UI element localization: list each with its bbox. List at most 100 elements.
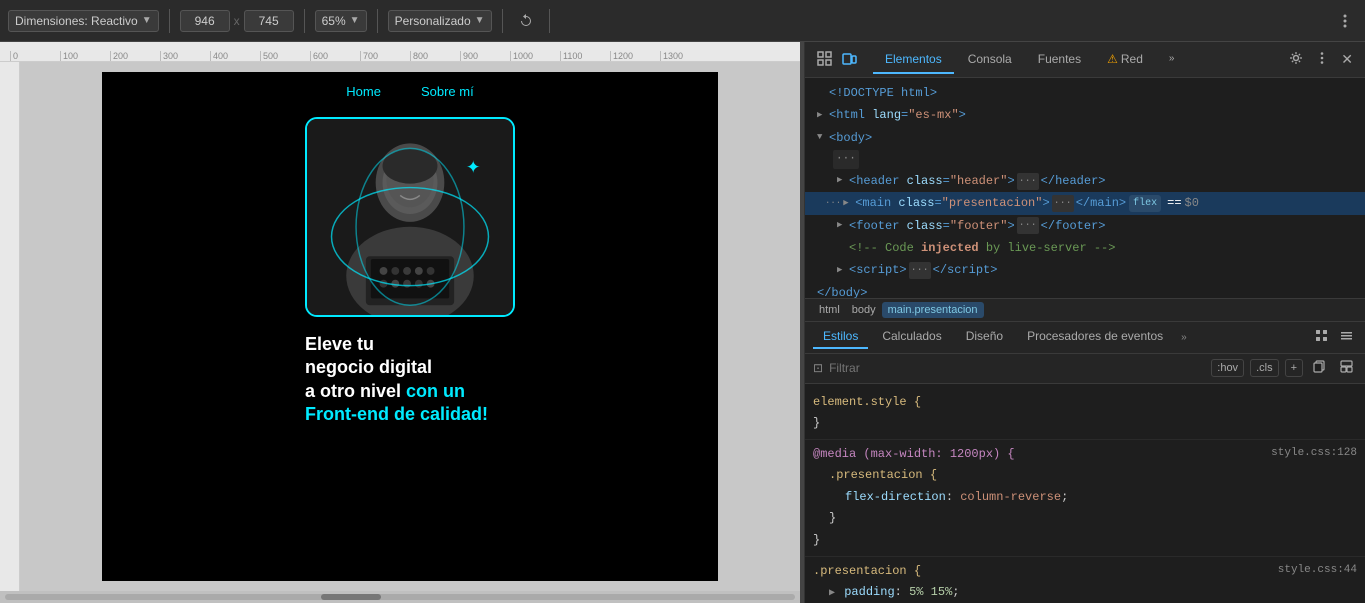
styles-grid-icon-btn[interactable] — [1311, 327, 1332, 347]
layout-icon-btn[interactable] — [1336, 358, 1357, 378]
dom-ellipsis-btn[interactable]: ··· — [833, 150, 859, 169]
devtools-dom[interactable]: <!DOCTYPE html> ▶ <html lang="es-mx"> ▼ … — [805, 78, 1365, 298]
styles-list-icon-btn[interactable] — [1336, 327, 1357, 347]
nav-home[interactable]: Home — [346, 84, 381, 99]
dom-line-comment[interactable]: <!-- Code injected by live-server --> — [805, 237, 1365, 259]
height-input[interactable] — [244, 10, 294, 32]
filter-icon: ⊡ — [813, 361, 823, 375]
css-element-closing: } — [813, 413, 1357, 435]
tab-more-chevron[interactable]: » — [1157, 47, 1187, 72]
dom-header-arrow[interactable]: ▶ — [837, 173, 849, 188]
tab-consola[interactable]: Consola — [956, 46, 1024, 74]
close-devtools-btn[interactable]: ✕ — [1337, 49, 1357, 70]
rotate-icon-btn[interactable] — [513, 10, 539, 32]
dom-line-header[interactable]: ▶ <header class="header"> ··· </header> — [805, 170, 1365, 192]
dom-line-html[interactable]: ▶ <html lang="es-mx"> — [805, 104, 1365, 126]
tab-elementos[interactable]: Elementos — [873, 46, 954, 74]
tab-red[interactable]: ⚠ Red — [1095, 46, 1155, 74]
ruler-tick: 1100 — [560, 51, 610, 61]
copy-icon-btn[interactable] — [1309, 358, 1330, 378]
css-media-inner: .presentacion { flex-direction: column-r… — [813, 465, 1357, 530]
dom-script-tag: <script> — [849, 260, 907, 280]
css-media-header: @media (max-width: 1200px) { style.css:1… — [813, 444, 1357, 466]
dom-line-script[interactable]: ▶ <script> ··· </script> — [805, 259, 1365, 281]
cls-button[interactable]: .cls — [1250, 359, 1279, 377]
dom-line-doctype[interactable]: <!DOCTYPE html> — [805, 82, 1365, 104]
dom-footer-close: </footer> — [1041, 216, 1106, 236]
custom-dropdown[interactable]: Personalizado ▼ — [388, 10, 492, 32]
dom-line-footer[interactable]: ▶ <footer class="footer"> ··· </footer> — [805, 215, 1365, 237]
css-source-media[interactable]: style.css:128 — [1271, 444, 1357, 464]
headline-line1: Eleve tu — [305, 334, 374, 354]
dom-body-arrow[interactable]: ▼ — [817, 130, 829, 145]
breadcrumb-html[interactable]: html — [813, 302, 846, 318]
tab-fuentes[interactable]: Fuentes — [1026, 46, 1093, 74]
preview-area: Home Sobre mí — [0, 62, 800, 591]
inspect-icon-btn[interactable] — [813, 49, 836, 71]
ruler-tick: 1300 — [660, 51, 710, 61]
profile-image: ✦ — [307, 119, 513, 315]
scrollbar-thumb[interactable] — [321, 594, 381, 600]
css-padding-arrow[interactable]: ▶ — [829, 588, 835, 599]
dom-footer-ellipsis[interactable]: ··· — [1017, 217, 1039, 234]
tab-calculados[interactable]: Calculados — [872, 325, 951, 349]
css-outer-brace: } — [813, 533, 820, 547]
tab-diseno[interactable]: Diseño — [956, 325, 1013, 349]
css-selector-text: element.style { — [813, 395, 921, 409]
css-media-closing: } — [813, 530, 1357, 552]
css-prop-flex-direction: flex-direction — [845, 490, 946, 504]
kebab-menu-btn[interactable] — [1311, 49, 1333, 70]
dom-header-tag: <header class="header"> — [849, 171, 1015, 191]
website-nav: Home Sobre mí — [102, 72, 718, 107]
dom-main-ellipsis[interactable]: ··· — [1052, 195, 1074, 212]
css-prop-padding-line: ▶ padding: 5% 15%; — [829, 582, 1357, 603]
more-options-btn[interactable] — [1333, 11, 1357, 31]
zoom-dropdown[interactable]: 65% ▼ — [315, 10, 367, 32]
dom-line-body-close[interactable]: </body> — [805, 282, 1365, 298]
tab-styles-more[interactable]: » — [1181, 332, 1187, 343]
devtools-css[interactable]: element.style { } @media (max-width: 120… — [805, 384, 1365, 603]
add-style-btn[interactable]: + — [1285, 359, 1303, 377]
dom-main-arrow[interactable]: ▶ — [843, 196, 855, 211]
profile-card: ✦ — [305, 117, 515, 317]
dom-script-arrow[interactable]: ▶ — [837, 263, 849, 278]
nav-about[interactable]: Sobre mí — [421, 84, 474, 99]
headline-line3: a otro nivel — [305, 381, 401, 401]
ruler-ticks: 0 100 200 300 400 500 600 700 800 900 10… — [10, 51, 710, 61]
dimensions-arrow: ▼ — [142, 15, 152, 26]
device-icon-btn[interactable] — [838, 49, 861, 71]
separator-1 — [169, 9, 170, 33]
filter-input[interactable] — [829, 361, 1205, 375]
dom-body-close: </body> — [817, 283, 867, 298]
preview-viewport[interactable]: Home Sobre mí — [20, 62, 800, 591]
dom-body-open: <body> — [829, 128, 872, 148]
scrollbar-track[interactable] — [5, 594, 795, 600]
dom-header-ellipsis[interactable]: ··· — [1017, 173, 1039, 190]
breadcrumb-main[interactable]: main.presentacion — [882, 302, 984, 318]
ruler-tick: 1000 — [510, 51, 560, 61]
separator-3 — [377, 9, 378, 33]
dom-line-body[interactable]: ▼ <body> — [805, 127, 1365, 149]
width-input[interactable] — [180, 10, 230, 32]
tab-procesadores[interactable]: Procesadores de eventos — [1017, 325, 1173, 349]
dom-line-main[interactable]: ··· ▶ <main class="presentacion"> ··· </… — [805, 192, 1365, 214]
horizontal-ruler: 0 100 200 300 400 500 600 700 800 900 10… — [0, 42, 800, 62]
tab-estilos[interactable]: Estilos — [813, 325, 868, 349]
dom-script-ellipsis[interactable]: ··· — [909, 262, 931, 279]
preview-panel: 0 100 200 300 400 500 600 700 800 900 10… — [0, 42, 800, 603]
dom-line-dots[interactable]: ··· — [805, 149, 1365, 170]
dimensions-label: Dimensiones: Reactivo — [15, 14, 138, 28]
settings-icon-btn[interactable] — [1285, 49, 1307, 70]
dom-html-arrow[interactable]: ▶ — [817, 108, 829, 123]
breadcrumb-body[interactable]: body — [846, 302, 882, 318]
preview-scrollbar[interactable] — [0, 591, 800, 603]
ruler-tick: 600 — [310, 51, 360, 61]
dom-footer-arrow[interactable]: ▶ — [837, 218, 849, 233]
toolbar: Dimensiones: Reactivo ▼ x 65% ▼ Personal… — [0, 0, 1365, 42]
ruler-tick: 800 — [410, 51, 460, 61]
vertical-ruler — [0, 62, 20, 591]
main-content: 0 100 200 300 400 500 600 700 800 900 10… — [0, 42, 1365, 603]
css-source-presentacion[interactable]: style.css:44 — [1278, 561, 1357, 581]
hov-button[interactable]: :hov — [1211, 359, 1244, 377]
dimensions-dropdown[interactable]: Dimensiones: Reactivo ▼ — [8, 10, 159, 32]
